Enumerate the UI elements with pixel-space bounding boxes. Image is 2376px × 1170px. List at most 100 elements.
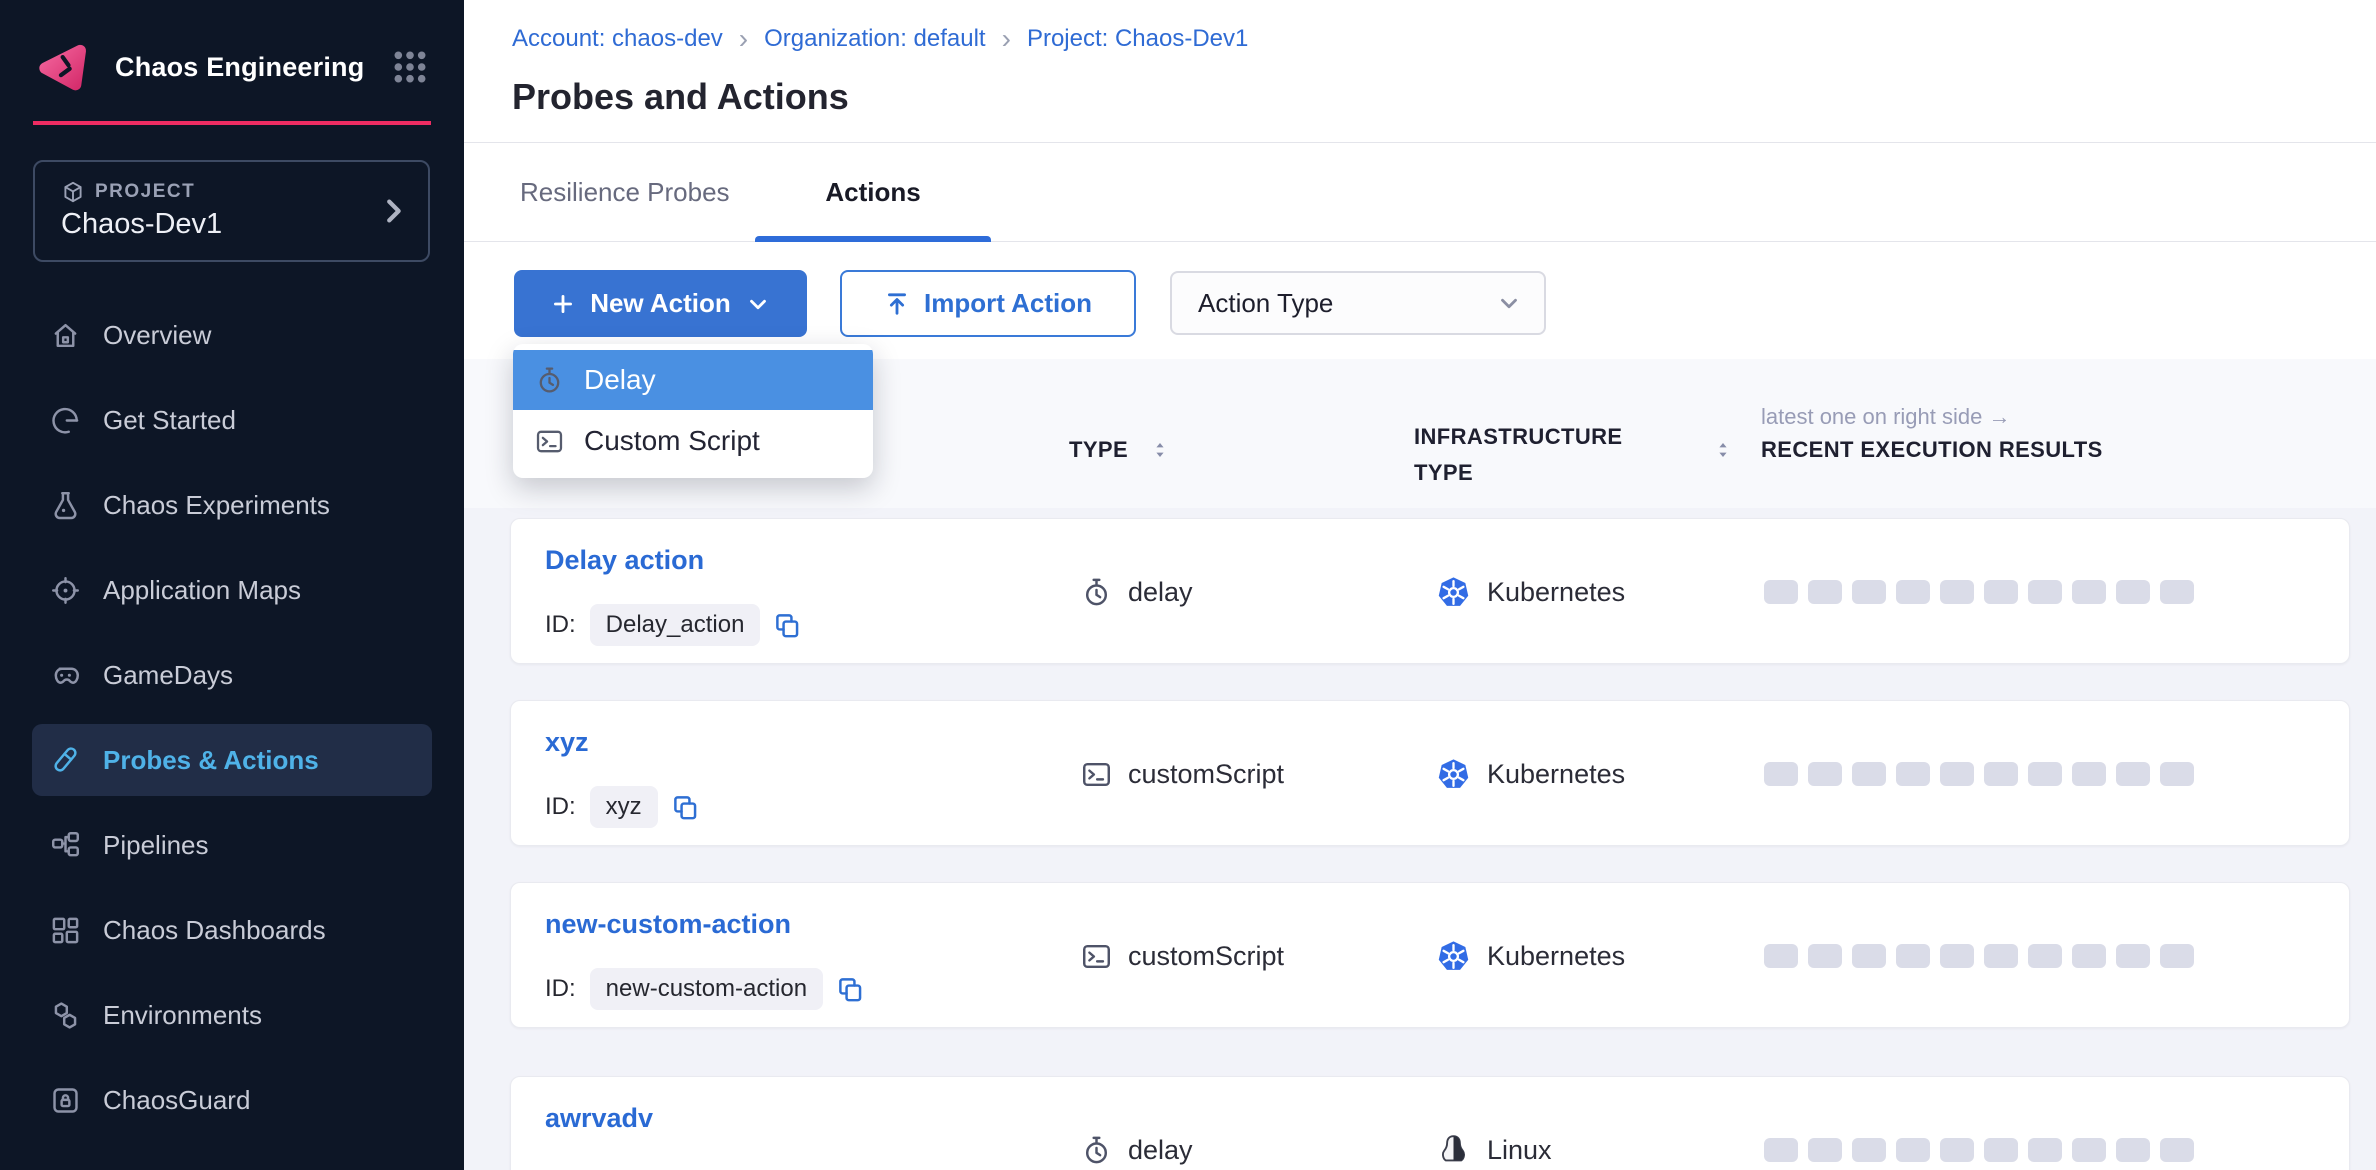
execution-result-placeholder: [1984, 1138, 2018, 1162]
execution-result-placeholder: [2116, 944, 2150, 968]
execution-result-placeholder: [1852, 580, 1886, 604]
execution-result-placeholder: [2028, 762, 2062, 786]
sidebar-item-get-started[interactable]: Get Started: [32, 384, 432, 456]
execution-result-placeholder: [2028, 580, 2062, 604]
project-selector[interactable]: PROJECT Chaos-Dev1: [33, 160, 430, 262]
action-type-value: Action Type: [1198, 288, 1496, 319]
breadcrumb-organization[interactable]: Organization: default: [764, 25, 985, 53]
sidebar-item-label: Application Maps: [103, 575, 301, 606]
module-grid-icon[interactable]: [391, 48, 429, 86]
id-label: ID:: [545, 975, 576, 1003]
infrastructure-header-line2: TYPE: [1414, 455, 1622, 491]
breadcrumb-separator-icon: ›: [739, 27, 748, 51]
execution-result-placeholder: [1852, 944, 1886, 968]
sidebar-item-label: ChaosGuard: [103, 1085, 250, 1116]
id-value-pill: xyz: [590, 786, 658, 828]
harness-logo-icon: [37, 38, 93, 96]
execution-result-placeholder: [1808, 944, 1842, 968]
sidebar-item-label: GameDays: [103, 660, 233, 691]
execution-result-placeholder: [2160, 580, 2194, 604]
sidebar-item-chaosguard[interactable]: ChaosGuard: [32, 1064, 432, 1136]
action-name-link[interactable]: xyz: [545, 727, 589, 758]
table-row[interactable]: new-custom-action ID: new-custom-action …: [510, 882, 2350, 1028]
table-row[interactable]: awrvadv delay Linux: [510, 1076, 2350, 1170]
infrastructure-cell: Linux: [1436, 1128, 1552, 1170]
upload-icon: [884, 291, 910, 317]
sort-icon[interactable]: [1713, 437, 1733, 463]
infrastructure-value: Kubernetes: [1487, 577, 1625, 608]
execution-result-placeholder: [1852, 762, 1886, 786]
main-content: Account: chaos-dev › Organization: defau…: [464, 0, 2376, 1170]
id-value-pill: Delay_action: [590, 604, 761, 646]
chevron-right-icon: [378, 196, 408, 226]
sidebar-item-probes-actions[interactable]: Probes & Actions: [32, 724, 432, 796]
action-name-link[interactable]: awrvadv: [545, 1103, 653, 1134]
execution-result-placeholder: [2028, 944, 2062, 968]
recent-execution-results: [1764, 1138, 2194, 1162]
sort-icon[interactable]: [1150, 437, 1170, 463]
gamepad-icon: [50, 660, 81, 691]
menu-item-label: Custom Script: [584, 425, 760, 457]
action-id-line: ID: new-custom-action: [545, 967, 864, 1011]
sidebar-item-label: Chaos Experiments: [103, 490, 330, 521]
action-name-link[interactable]: Delay action: [545, 545, 704, 576]
execution-result-placeholder: [1896, 1138, 1930, 1162]
hexagons-icon: [50, 1000, 81, 1031]
action-id-line: ID: xyz: [545, 785, 699, 829]
infrastructure-value: Kubernetes: [1487, 941, 1625, 972]
execution-result-placeholder: [1940, 1138, 1974, 1162]
sidebar-item-chaos-dashboards[interactable]: Chaos Dashboards: [32, 894, 432, 966]
table-row[interactable]: xyz ID: xyz customScript Kubernetes: [510, 700, 2350, 846]
copy-icon[interactable]: [837, 976, 864, 1003]
sidebar-item-label: Get Started: [103, 405, 236, 436]
sidebar-item-overview[interactable]: Overview: [32, 299, 432, 371]
menu-item-label: Delay: [584, 364, 656, 396]
copy-icon[interactable]: [774, 612, 801, 639]
import-action-label: Import Action: [924, 288, 1092, 319]
column-header-type[interactable]: TYPE: [1069, 435, 1128, 465]
infrastructure-cell: Kubernetes: [1436, 752, 1625, 796]
execution-result-placeholder: [2160, 1138, 2194, 1162]
sidebar-item-chaos-experiments[interactable]: Chaos Experiments: [32, 469, 432, 541]
action-name-link[interactable]: new-custom-action: [545, 909, 791, 940]
tab-actions[interactable]: Actions: [755, 143, 991, 241]
progress-icon: [50, 405, 81, 436]
sidebar-item-pipelines[interactable]: Pipelines: [32, 809, 432, 881]
sidebar-item-application-maps[interactable]: Application Maps: [32, 554, 432, 626]
project-head: PROJECT: [61, 180, 195, 204]
breadcrumb-project[interactable]: Project: Chaos-Dev1: [1027, 25, 1248, 53]
results-hint: latest one on right side →: [1761, 403, 2010, 431]
new-action-menu: Delay Custom Script: [513, 344, 873, 478]
infrastructure-value: Kubernetes: [1487, 759, 1625, 790]
sidebar: Chaos Engineering PROJECT Chaos-Dev1 Ove…: [0, 0, 464, 1170]
infrastructure-cell: Kubernetes: [1436, 934, 1625, 978]
import-action-button[interactable]: Import Action: [840, 270, 1136, 337]
sidebar-item-gamedays[interactable]: GameDays: [32, 639, 432, 711]
type-cell: customScript: [1081, 934, 1284, 978]
target-icon: [50, 575, 81, 606]
action-type-select[interactable]: Action Type: [1170, 271, 1546, 335]
copy-icon[interactable]: [672, 794, 699, 821]
column-header-results: RECENT EXECUTION RESULTS: [1761, 435, 2103, 465]
breadcrumb-account[interactable]: Account: chaos-dev: [512, 25, 723, 53]
menu-item-custom-script[interactable]: Custom Script: [513, 410, 873, 472]
new-action-button[interactable]: New Action: [514, 270, 807, 337]
execution-result-placeholder: [2116, 1138, 2150, 1162]
accent-divider: [33, 121, 431, 125]
execution-result-placeholder: [1984, 944, 2018, 968]
sidebar-item-label: Probes & Actions: [103, 745, 319, 776]
column-header-infrastructure[interactable]: INFRASTRUCTURE TYPE: [1414, 419, 1622, 491]
kubernetes-icon: [1436, 757, 1471, 792]
toolbar: New Action Import Action Action Type: [464, 242, 2376, 359]
terminal-icon: [1081, 759, 1112, 790]
sidebar-item-environments[interactable]: Environments: [32, 979, 432, 1051]
execution-result-placeholder: [2116, 580, 2150, 604]
table-row[interactable]: Delay action ID: Delay_action delay Kube…: [510, 518, 2350, 664]
id-label: ID:: [545, 793, 576, 821]
tab-resilience-probes[interactable]: Resilience Probes: [520, 143, 730, 241]
home-icon: [50, 320, 81, 351]
execution-result-placeholder: [1984, 580, 2018, 604]
execution-result-placeholder: [1896, 762, 1930, 786]
menu-item-delay[interactable]: Delay: [513, 350, 873, 410]
infrastructure-header-line1: INFRASTRUCTURE: [1414, 419, 1622, 455]
